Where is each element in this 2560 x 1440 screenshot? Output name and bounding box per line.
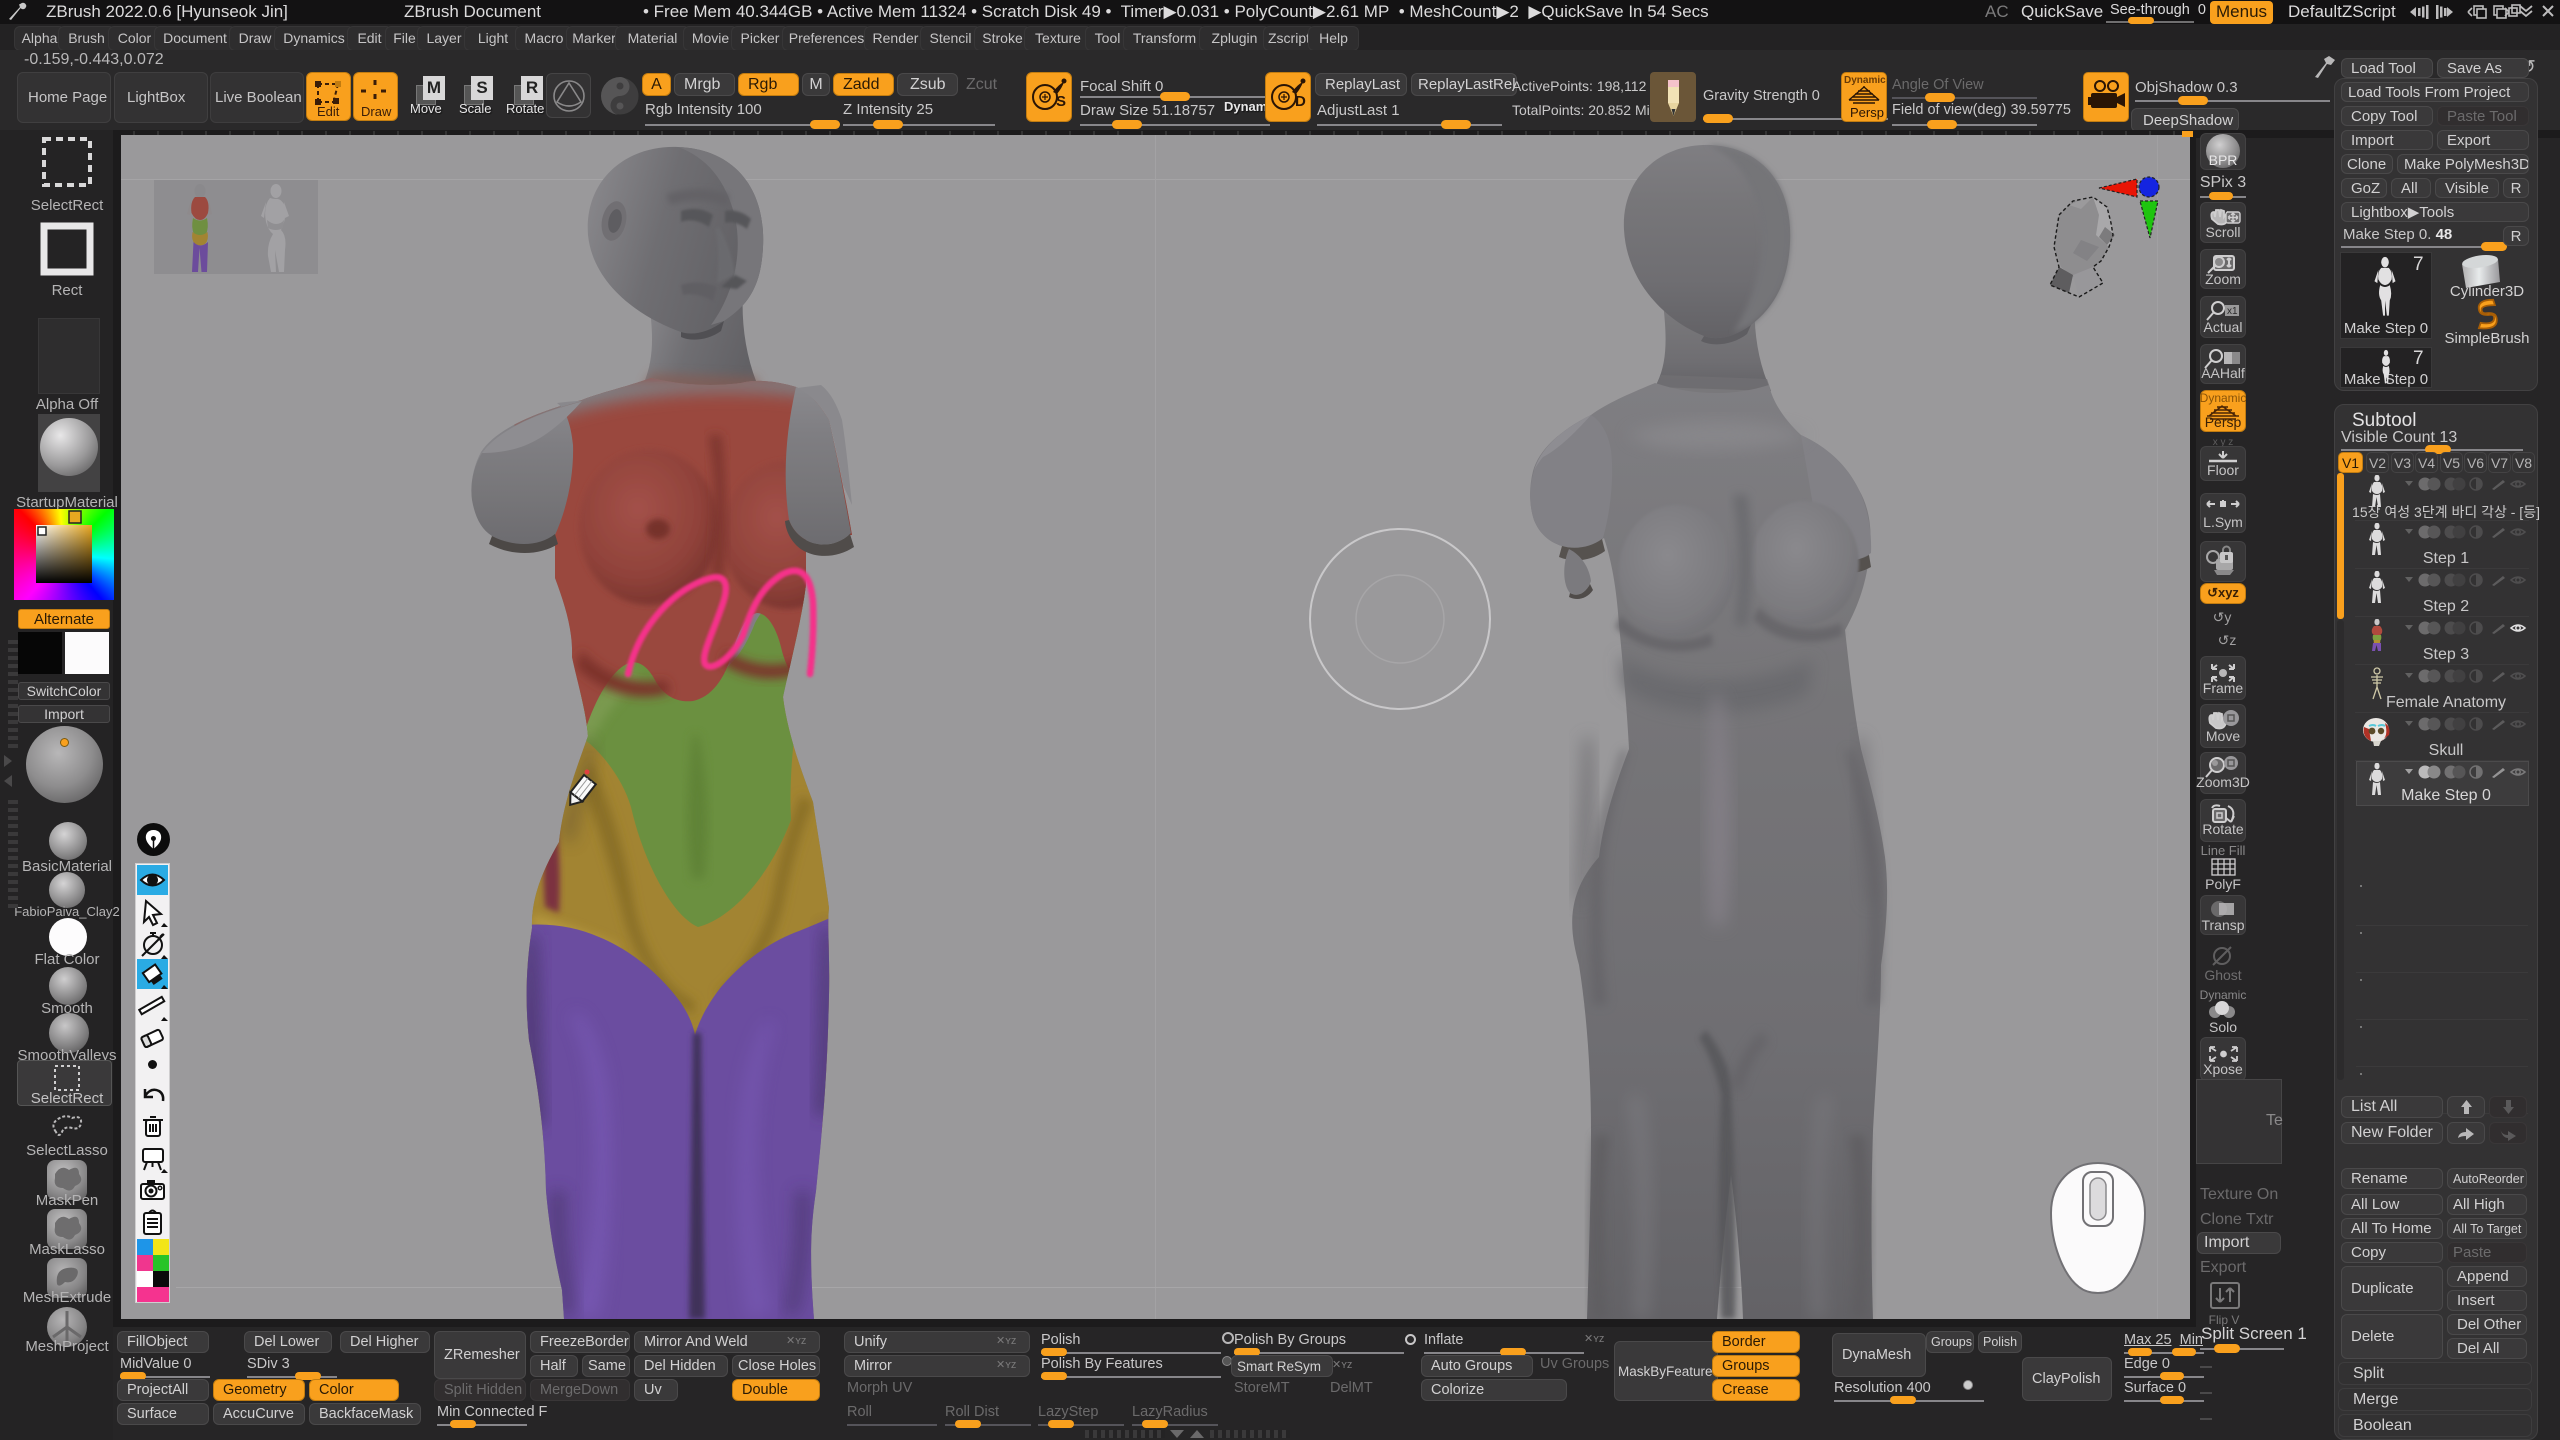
svg-text:x1: x1	[2227, 306, 2238, 317]
svg-text:Persp: Persp	[1850, 105, 1884, 120]
svg-text:Edit: Edit	[317, 104, 340, 119]
svg-text:S: S	[1056, 93, 1066, 110]
svg-text:Dynamic: Dynamic	[1844, 75, 1886, 86]
svg-text:D: D	[1295, 93, 1306, 110]
svg-text:Draw: Draw	[361, 104, 392, 119]
